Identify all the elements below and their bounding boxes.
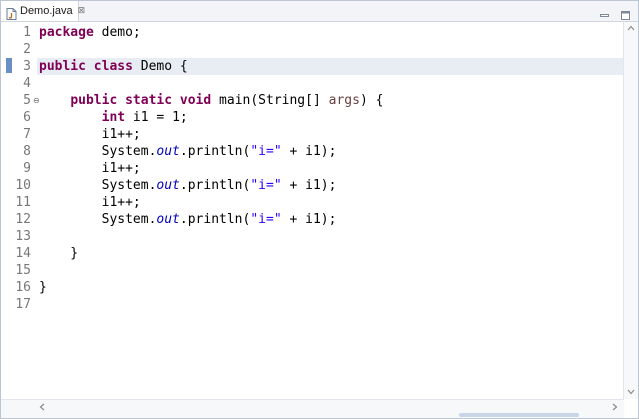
code-line[interactable]: System.out.println("i=" + i1); bbox=[39, 177, 337, 194]
code-line[interactable]: System.out.println("i=" + i1); bbox=[39, 143, 337, 160]
code-token: .println( bbox=[179, 178, 251, 193]
code-token: i1 = 1; bbox=[125, 110, 188, 125]
code-token: ) { bbox=[359, 93, 384, 108]
line-number: 3 bbox=[23, 59, 31, 74]
line-number: 5 bbox=[23, 93, 31, 108]
line-number: 16 bbox=[15, 280, 31, 295]
code-token: out bbox=[156, 212, 180, 227]
code-token: public bbox=[39, 59, 86, 74]
tab-demo-java[interactable]: Demo.java ⊠ bbox=[1, 1, 85, 21]
line-number-gutter: 1 2 3 4 5 ⊖ 6 7 8 9 10 11 12 13 14 15 16 17 bbox=[1, 22, 40, 399]
code-token: "i=" bbox=[250, 178, 282, 193]
scroll-left-icon[interactable] bbox=[39, 403, 45, 414]
line-number: 2 bbox=[23, 42, 31, 57]
line-number: 15 bbox=[15, 263, 31, 278]
code-token: System. bbox=[39, 212, 157, 227]
java-editor: Demo.java ⊠ 1 2 3 4 5 ⊖ 6 7 8 9 10 11 12 13 14 15 16 17 p… bbox=[0, 0, 639, 419]
code-token: + i1); bbox=[281, 212, 337, 227]
code-line[interactable]: } bbox=[39, 245, 78, 262]
scroll-up-icon[interactable] bbox=[627, 24, 635, 33]
line-number: 6 bbox=[23, 110, 31, 125]
code-token: public bbox=[70, 93, 118, 108]
code-token: demo; bbox=[93, 25, 141, 40]
code-token: static bbox=[125, 93, 173, 108]
code-token: int bbox=[101, 110, 126, 125]
code-token: } bbox=[39, 280, 47, 295]
code-token: + i1); bbox=[281, 144, 337, 159]
line-number: 14 bbox=[15, 246, 31, 261]
java-file-icon bbox=[6, 5, 17, 20]
line-number: 7 bbox=[23, 127, 31, 142]
tab-title: Demo.java bbox=[20, 5, 73, 17]
scroll-right-icon[interactable] bbox=[612, 403, 618, 414]
editor-tab-bar: Demo.java ⊠ bbox=[1, 1, 638, 22]
line-number: 8 bbox=[23, 144, 31, 159]
code-token: "i=" bbox=[250, 212, 282, 227]
scroll-down-icon[interactable] bbox=[627, 388, 635, 397]
code-token: Demo { bbox=[132, 59, 188, 74]
code-token: out bbox=[156, 144, 180, 159]
code-token: System. bbox=[39, 144, 157, 159]
close-icon[interactable]: ⊠ bbox=[78, 6, 86, 16]
code-token: args bbox=[328, 93, 360, 108]
code-token: + i1); bbox=[281, 178, 337, 193]
code-token: } bbox=[39, 246, 79, 261]
code-token: .println( bbox=[179, 144, 251, 159]
code-token: i1++; bbox=[39, 161, 141, 176]
code-line[interactable]: int i1 = 1; bbox=[39, 109, 188, 126]
vertical-scrollbar[interactable] bbox=[623, 22, 638, 399]
code-token: void bbox=[179, 93, 212, 108]
line-number: 11 bbox=[15, 195, 31, 210]
code-line[interactable]: public class Demo { bbox=[39, 58, 188, 75]
code-line[interactable]: i1++; bbox=[39, 126, 141, 143]
scroll-thumb[interactable] bbox=[459, 413, 579, 417]
code-token: i1++; bbox=[39, 127, 141, 142]
code-line[interactable]: i1++; bbox=[39, 194, 141, 211]
code-token: out bbox=[156, 178, 180, 193]
horizontal-scrollbar[interactable] bbox=[1, 399, 624, 418]
code-line[interactable]: System.out.println("i=" + i1); bbox=[39, 211, 337, 228]
code-token: package bbox=[39, 25, 94, 40]
code-token: i1++; bbox=[39, 195, 141, 210]
maximize-icon[interactable] bbox=[621, 5, 630, 20]
code-token: .println( bbox=[179, 212, 251, 227]
line-number: 13 bbox=[15, 229, 31, 244]
code-line[interactable]: public static void main(String[] args) { bbox=[39, 92, 383, 109]
code-line[interactable]: i1++; bbox=[39, 160, 141, 177]
window-controls bbox=[600, 5, 630, 20]
code-line[interactable]: } bbox=[39, 279, 47, 296]
code-token: class bbox=[93, 59, 133, 74]
code-token: main(String[] bbox=[211, 93, 329, 108]
minimize-icon[interactable] bbox=[600, 5, 609, 17]
code-token: System. bbox=[39, 178, 157, 193]
line-number: 12 bbox=[15, 212, 31, 227]
code-area[interactable]: 1 2 3 4 5 ⊖ 6 7 8 9 10 11 12 13 14 15 16 17 package demo;… bbox=[1, 22, 624, 399]
code-token: "i=" bbox=[250, 144, 282, 159]
line-number: 17 bbox=[15, 297, 31, 312]
line-number: 1 bbox=[23, 25, 31, 40]
line-number: 9 bbox=[23, 161, 31, 176]
code-line[interactable]: package demo; bbox=[39, 24, 141, 41]
line-number: 10 bbox=[15, 178, 31, 193]
line-number: 4 bbox=[23, 76, 31, 91]
